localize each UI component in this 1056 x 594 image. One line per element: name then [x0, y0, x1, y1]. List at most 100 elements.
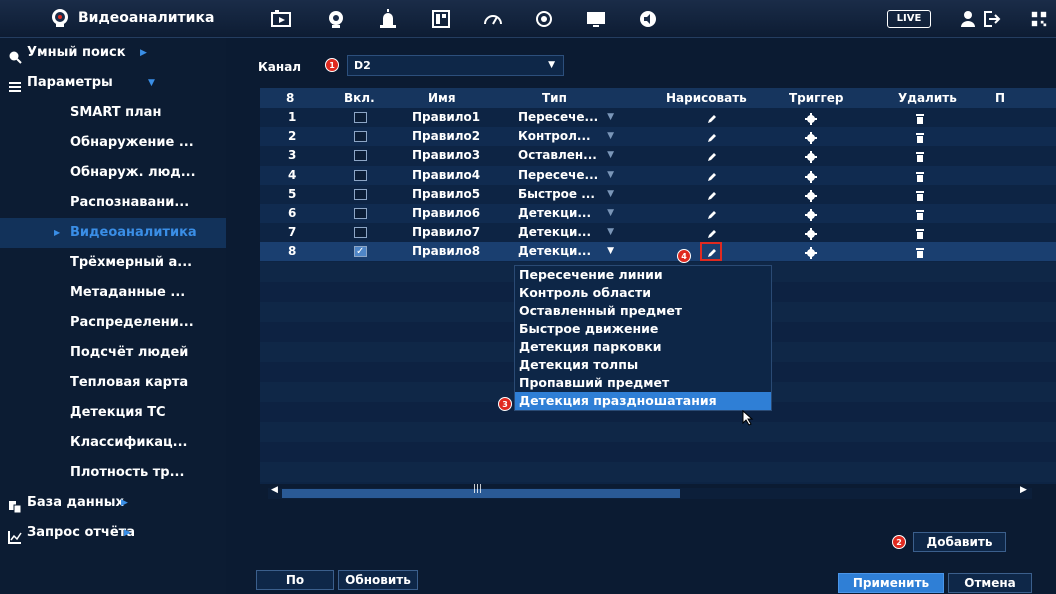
cancel-button[interactable]: Отмена: [948, 573, 1032, 593]
sidebar-subitem-active[interactable]: ▶ Видеоаналитика: [0, 218, 226, 248]
horizontal-scrollbar[interactable]: ◀ ||| ▶: [268, 484, 1032, 499]
enable-checkbox[interactable]: [354, 150, 367, 162]
dropdown-option[interactable]: Контроль области: [515, 284, 771, 302]
step-badge: 1: [325, 58, 339, 72]
trigger-gear-icon[interactable]: [805, 170, 817, 183]
sidebar-subitem[interactable]: Тепловая карта: [0, 368, 226, 398]
enable-checkbox[interactable]: [354, 208, 367, 219]
sidebar-item-smart-search[interactable]: Умный поиск ▶: [0, 38, 226, 68]
enable-checkbox[interactable]: [354, 169, 367, 181]
draw-pencil-icon[interactable]: [706, 189, 718, 201]
dropdown-option[interactable]: Детекция толпы: [515, 356, 771, 374]
header-draw: Нарисовать: [666, 91, 747, 105]
empty-table-row: [260, 421, 1056, 442]
dropdown-option[interactable]: Детекция парковки: [515, 338, 771, 356]
chart-icon: [8, 526, 22, 544]
storage-icon[interactable]: [430, 9, 452, 29]
sidebar-subitem[interactable]: Детекция ТС: [0, 398, 226, 428]
draw-pencil-icon[interactable]: [706, 227, 718, 239]
enable-checkbox[interactable]: [354, 227, 367, 239]
apply-button[interactable]: Применить: [838, 573, 944, 593]
delete-trash-icon[interactable]: [914, 227, 926, 240]
delete-trash-icon[interactable]: [914, 112, 926, 124]
sidebar-subitem-label: Трёхмерный а...: [70, 255, 193, 270]
table-row[interactable]: 6 Правило6 Детекци... ▼: [260, 204, 1056, 223]
default-button[interactable]: По умолч...: [256, 570, 334, 594]
sidebar-item-report[interactable]: Запрос отчёта ▶: [0, 518, 226, 548]
header-delete: Удалить: [898, 91, 957, 105]
enable-checkbox[interactable]: [354, 112, 367, 123]
scroll-right-icon[interactable]: ▶: [1020, 485, 1027, 495]
dropdown-option[interactable]: Оставленный предмет: [515, 302, 771, 320]
face-icon[interactable]: [325, 9, 347, 29]
dropdown-option[interactable]: Детекция праздношатания: [515, 392, 771, 410]
sidebar-subitem[interactable]: Трёхмерный а...: [0, 248, 226, 278]
user-icon[interactable]: [958, 9, 978, 29]
sidebar-item-label: Запрос отчёта: [27, 525, 135, 540]
dropdown-option[interactable]: Быстрое движение: [515, 320, 771, 338]
sidebar-item-parameters[interactable]: Параметры ▼: [0, 68, 226, 98]
record-icon[interactable]: [533, 9, 555, 29]
chevron-right-icon: ▶: [124, 528, 131, 538]
logout-icon[interactable]: [982, 9, 1002, 29]
channel-select[interactable]: D2 ▼: [347, 55, 564, 76]
trigger-gear-icon[interactable]: [805, 112, 817, 125]
draw-pencil-icon[interactable]: [706, 170, 718, 182]
empty-table-row: [260, 461, 1056, 482]
draw-pencil-icon[interactable]: [706, 150, 718, 162]
trigger-gear-icon[interactable]: [805, 150, 817, 164]
sidebar-subitem[interactable]: Распознавани...: [0, 188, 226, 218]
sidebar-subitem-label: Плотность тр...: [70, 465, 185, 480]
sidebar-subitem[interactable]: SMART план: [0, 98, 226, 128]
sidebar-subitem[interactable]: Плотность тр...: [0, 458, 226, 488]
type-dropdown[interactable]: Пересечение линии Контроль области Оставле…: [514, 265, 772, 411]
table-row[interactable]: 4 Правило4 Пересече... ▼: [260, 165, 1056, 185]
empty-table-row: [260, 441, 1056, 462]
sidebar-subitem[interactable]: Обнаружение ...: [0, 128, 226, 158]
dropdown-option[interactable]: Пересечение линии: [515, 266, 771, 284]
scroll-left-icon[interactable]: ◀: [271, 485, 278, 495]
table-row[interactable]: 7 Правило7 Детекци... ▼: [260, 223, 1056, 242]
playback-icon[interactable]: [270, 9, 292, 29]
delete-trash-icon[interactable]: [914, 208, 926, 220]
refresh-button[interactable]: Обновить: [338, 570, 418, 590]
enable-checkbox[interactable]: [354, 131, 367, 143]
table-row[interactable]: 3 Правило3 Оставлен... ▼: [260, 146, 1056, 165]
delete-trash-icon[interactable]: [914, 170, 926, 182]
trigger-gear-icon[interactable]: [805, 189, 817, 202]
draw-pencil-icon[interactable]: [706, 112, 718, 124]
enable-checkbox[interactable]: [354, 188, 367, 200]
qr-icon[interactable]: [1030, 9, 1048, 29]
delete-trash-icon[interactable]: [914, 189, 926, 201]
mouse-cursor-icon: [742, 410, 754, 426]
sidebar-subitem[interactable]: Распределени...: [0, 308, 226, 338]
dropdown-option[interactable]: Пропавший предмет: [515, 374, 771, 392]
table-row[interactable]: 2 Правило2 Контрол... ▼: [260, 127, 1056, 147]
trigger-gear-icon[interactable]: [805, 131, 817, 145]
add-button[interactable]: Добавить: [913, 532, 1006, 552]
audio-icon[interactable]: [637, 9, 659, 29]
draw-pencil-icon[interactable]: [706, 131, 718, 143]
live-button[interactable]: LIVE: [887, 10, 931, 28]
alarm-icon[interactable]: [377, 9, 399, 29]
sidebar-subitem[interactable]: Подсчёт людей: [0, 338, 226, 368]
trigger-gear-icon[interactable]: [805, 227, 817, 241]
draw-pencil-icon[interactable]: [706, 208, 718, 220]
delete-trash-icon[interactable]: [914, 246, 926, 259]
enable-checkbox[interactable]: [354, 242, 367, 261]
delete-trash-icon[interactable]: [914, 131, 926, 144]
sidebar-subitem[interactable]: Классификац...: [0, 428, 226, 458]
header-enable: Вкл.: [344, 91, 375, 105]
sidebar-item-database[interactable]: База данных ▶: [0, 488, 226, 518]
table-row[interactable]: 1 Правило1 Пересече... ▼: [260, 108, 1056, 127]
chevron-right-icon: ▶: [140, 48, 147, 58]
trigger-gear-icon[interactable]: [805, 246, 817, 260]
sidebar-subitem[interactable]: Метаданные ...: [0, 278, 226, 308]
delete-trash-icon[interactable]: [914, 150, 926, 163]
table-row[interactable]: 5 Правило5 Быстрое ... ▼: [260, 185, 1056, 204]
gauge-icon[interactable]: [482, 9, 504, 29]
display-icon[interactable]: [585, 9, 607, 29]
sidebar-subitem[interactable]: Обнаруж. люд...: [0, 158, 226, 188]
trigger-gear-icon[interactable]: [805, 208, 817, 221]
table-row[interactable]: 8 Правило8 Детекци... ▼: [260, 242, 1056, 262]
